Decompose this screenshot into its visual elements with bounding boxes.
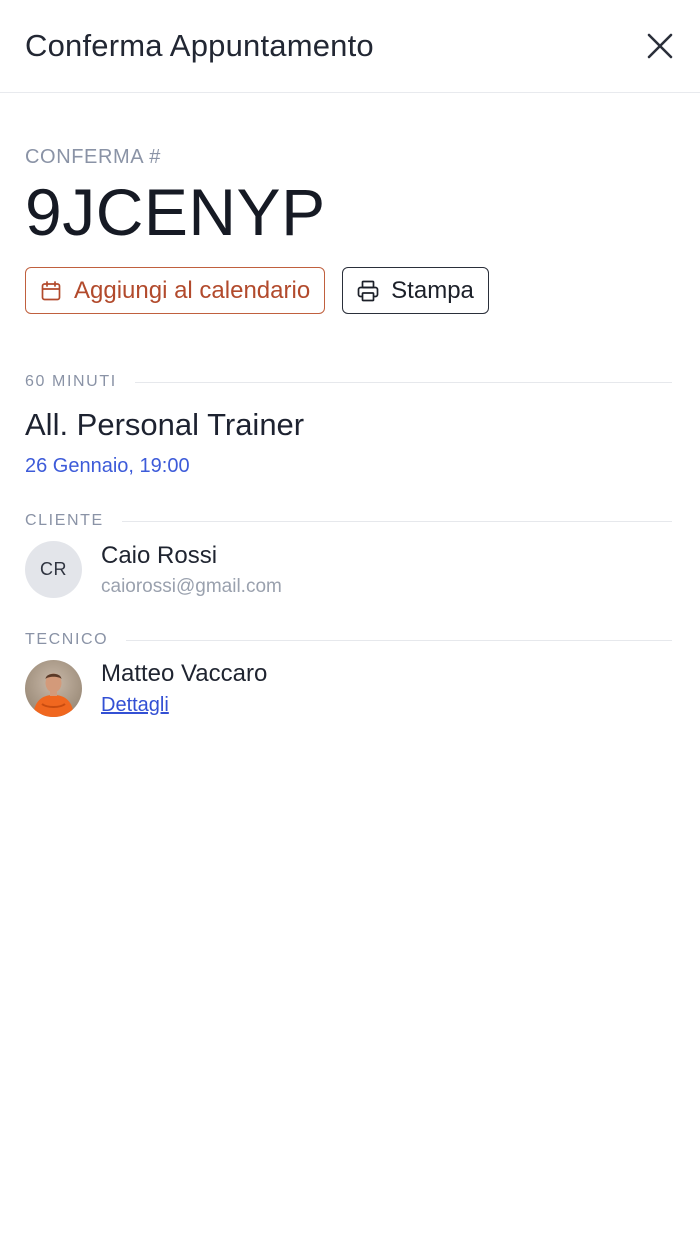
page-title: Conferma Appuntamento (25, 28, 374, 63)
close-button[interactable] (640, 26, 680, 66)
client-avatar: CR (25, 541, 82, 598)
print-label: Stampa (391, 276, 474, 304)
divider (134, 381, 672, 383)
technician-section-label: TECNICO (25, 631, 109, 648)
divider (126, 639, 672, 641)
technician-card: Matteo Vaccaro Dettagli (25, 660, 672, 717)
client-section-label: CLIENTE (25, 512, 104, 529)
confirmation-label: CONFERMA # (25, 146, 162, 168)
technician-details-link[interactable]: Dettagli (101, 694, 169, 717)
technician-avatar (25, 660, 82, 717)
client-card: CR Caio Rossi caiorossi@gmail.com (25, 541, 672, 598)
client-email: caiorossi@gmail.com (101, 575, 282, 597)
action-buttons: Aggiungi al calendario Stampa (25, 267, 672, 314)
technician-photo-icon (33, 673, 74, 717)
client-section-header: CLIENTE (25, 512, 672, 530)
client-info: Caio Rossi caiorossi@gmail.com (101, 542, 282, 598)
modal-content: CONFERMA # 9JCENYP Aggiungi al calendari… (0, 146, 700, 717)
printer-icon (355, 278, 381, 304)
print-button[interactable]: Stampa (342, 267, 489, 314)
duration-section-header: 60 MINUTI (25, 373, 672, 391)
appointment-datetime: 26 Gennaio, 19:00 (25, 455, 190, 477)
divider (121, 520, 672, 522)
confirmation-code: 9JCENYP (25, 175, 326, 249)
modal-header: Conferma Appuntamento (0, 0, 700, 93)
add-to-calendar-button[interactable]: Aggiungi al calendario (25, 267, 326, 314)
technician-info: Matteo Vaccaro Dettagli (101, 660, 267, 717)
duration-label: 60 MINUTI (25, 373, 117, 390)
add-to-calendar-label: Aggiungi al calendario (74, 276, 311, 304)
technician-section-header: TECNICO (25, 631, 672, 649)
calendar-icon (38, 278, 64, 304)
service-name: All. Personal Trainer (25, 407, 305, 442)
client-name: Caio Rossi (101, 541, 218, 569)
close-icon (645, 31, 675, 61)
technician-name: Matteo Vaccaro (101, 660, 268, 687)
